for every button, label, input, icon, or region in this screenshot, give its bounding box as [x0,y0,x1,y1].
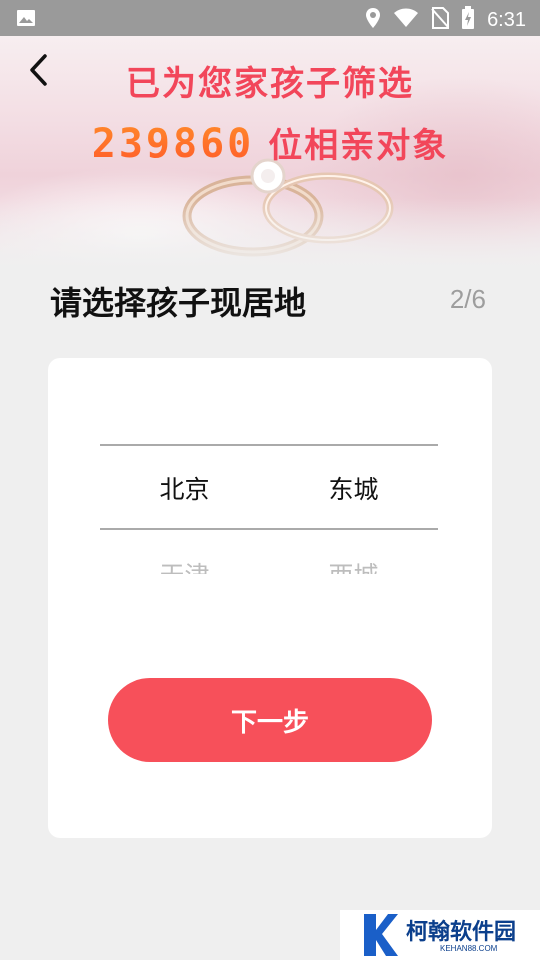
match-count-suffix: 位相亲对象 [268,126,449,166]
picker-province-option[interactable]: 天津 [100,556,269,574]
watermark-title: 柯翰软件园 [406,920,517,945]
location-card: 北京 东城 天津 西城 下一步 [48,358,492,838]
picker-bottom-divider [100,528,438,530]
gallery-icon [16,9,36,31]
location-icon [365,7,381,33]
banner-subheadline: 239860 位相亲对象 [0,118,540,167]
next-button[interactable]: 下一步 [108,678,432,762]
no-sim-icon [431,7,450,33]
picker-city-option[interactable]: 西城 [269,556,438,574]
status-time: 6:31 [487,8,526,31]
step-counter: 2/6 [449,284,486,314]
picker-top-divider [100,444,438,446]
page-title: 请选择孩子现居地 [50,284,307,322]
battery-icon [461,6,475,34]
status-bar: 6:31 [0,0,540,36]
picker-province-selected[interactable]: 北京 [100,470,269,506]
picker-city-selected[interactable]: 东城 [269,470,438,506]
kehan-logo [364,914,398,956]
banner-headline: 已为您家孩子筛选 [126,64,414,104]
watermark-subtitle: KEHAN88.COM [440,944,498,953]
match-count: 239860 [91,121,255,167]
location-picker[interactable]: 北京 东城 天津 西城 [100,444,438,574]
banner-fade [0,198,540,268]
wifi-icon [393,8,419,32]
watermark: 柯翰软件园 KEHAN88.COM [340,910,540,960]
